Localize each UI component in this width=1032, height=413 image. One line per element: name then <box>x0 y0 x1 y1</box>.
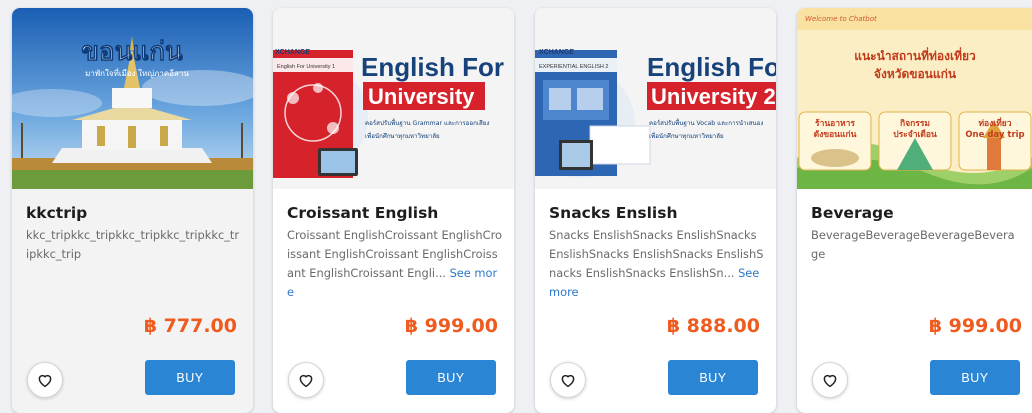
product-card-kkctrip[interactable]: ขอนแก่น มาพักใจที่เมือง ใหญ่ภาคอีสาน kkc… <box>12 8 253 413</box>
favorite-button[interactable] <box>550 362 586 398</box>
image-body-1: คอร์สปรับพื้นฐาน Grammar และการออกเสียง <box>365 118 489 127</box>
product-image[interactable]: Welcome to Chatbot แนะนำสถานที่ท่องเที่ย… <box>797 8 1032 189</box>
product-image[interactable]: XCHANGE EXPERIENTIAL ENGLISH 2 English F… <box>535 8 776 189</box>
image-headline-1: แนะนำสถานที่ท่องเที่ยว <box>854 47 976 63</box>
buy-button[interactable]: BUY <box>145 360 235 395</box>
description-text: BeverageBeverageBeverageBeverage <box>811 228 1015 261</box>
heart-icon <box>561 374 575 388</box>
product-description: Snacks EnslishSnacks EnslishSnacks Ensli… <box>549 226 764 302</box>
heart-icon <box>299 374 313 388</box>
buy-button[interactable]: BUY <box>406 360 496 395</box>
product-image[interactable]: XCHANGE English For University 1 English… <box>273 8 514 189</box>
product-title[interactable]: kkctrip <box>26 204 243 222</box>
favorite-button[interactable] <box>27 362 63 398</box>
image-label-3b: One day trip <box>965 130 1024 140</box>
product-card-beverage[interactable]: Welcome to Chatbot แนะนำสถานที่ท่องเที่ย… <box>797 8 1032 413</box>
product-price: ฿ 999.00 <box>404 315 498 337</box>
image-body-1: คอร์สปรับพื้นฐาน Vocab และการนำเสนอง <box>649 118 763 127</box>
product-card-snacks-enslish[interactable]: XCHANGE EXPERIENTIAL ENGLISH 2 English F… <box>535 8 776 413</box>
product-price: ฿ 777.00 <box>143 315 237 337</box>
image-tagline: มาพักใจที่เมือง ใหญ่ภาคอีสาน <box>85 67 189 78</box>
product-description: BeverageBeverageBeverageBeverage <box>811 226 1020 264</box>
heart-icon <box>38 374 52 388</box>
product-description: Croissant EnglishCroissant EnglishCroiss… <box>287 226 502 302</box>
book-caption: EXPERIENTIAL ENGLISH 2 <box>539 64 609 70</box>
buy-button[interactable]: BUY <box>668 360 758 395</box>
welcome-text: Welcome to Chatbot <box>805 15 877 23</box>
product-title[interactable]: Snacks Enslish <box>549 204 766 222</box>
product-description: kkc_tripkkc_tripkkc_tripkkc_tripkkc_trip… <box>26 226 241 264</box>
product-image[interactable]: ขอนแก่น มาพักใจที่เมือง ใหญ่ภาคอีสาน <box>12 8 253 189</box>
book-caption: English For University 1 <box>277 64 335 70</box>
description-text: kkc_tripkkc_tripkkc_tripkkc_tripkkc_trip… <box>26 228 240 261</box>
product-title[interactable]: Beverage <box>811 204 1022 222</box>
image-headline-1: English Fo <box>647 52 776 82</box>
favorite-button[interactable] <box>288 362 324 398</box>
product-title[interactable]: Croissant English <box>287 204 504 222</box>
image-headline-1: English For <box>361 52 504 82</box>
image-label-1a: ร้านอาหาร <box>815 118 855 129</box>
product-price: ฿ 999.00 <box>928 315 1022 337</box>
image-badge: XCHANGE <box>275 49 310 56</box>
favorite-button[interactable] <box>812 362 848 398</box>
image-label-2b: ประจำเดือน <box>893 129 937 140</box>
image-body-2: เพื่อนักศึกษาทุกมหาวิทยาลัย <box>649 132 724 140</box>
image-label-1b: ดังขอนแก่น <box>814 129 857 140</box>
product-price: ฿ 888.00 <box>666 315 760 337</box>
heart-icon <box>823 374 837 388</box>
image-badge: XCHANGE <box>539 49 574 56</box>
image-headline-2: University <box>368 84 475 109</box>
image-label-2a: กิจกรรม <box>900 118 930 129</box>
description-text: Snacks EnslishSnacks EnslishSnacks Ensli… <box>549 228 764 280</box>
image-body-2: เพื่อนักศึกษาทุกมหาวิทยาลัย <box>365 132 440 140</box>
image-headline-2: University 2 <box>651 84 776 109</box>
buy-button[interactable]: BUY <box>930 360 1020 395</box>
image-headline: ขอนแก่น <box>81 37 183 67</box>
image-headline-2: จังหวัดขอนแก่น <box>874 67 957 81</box>
product-card-croissant-english[interactable]: XCHANGE English For University 1 English… <box>273 8 514 413</box>
